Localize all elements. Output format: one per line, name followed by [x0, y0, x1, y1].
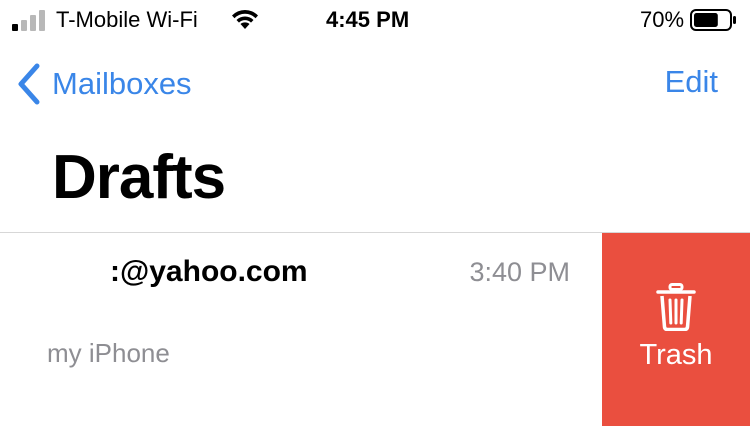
message-time: 3:40 PM: [469, 257, 570, 287]
message-preview: my iPhone: [47, 338, 170, 368]
battery-icon: [690, 9, 736, 31]
chevron-left-icon: [18, 63, 40, 105]
mail-drafts-screen: T-Mobile Wi-Fi 4:45 PM 70% Mailboxes Edi…: [0, 0, 750, 426]
back-button-label: Mailboxes: [52, 66, 192, 101]
message-sender: :@yahoo.com: [110, 255, 308, 288]
trash-button[interactable]: Trash: [602, 233, 750, 426]
wifi-icon: [232, 9, 258, 29]
signal-icon: [12, 10, 45, 31]
status-bar: T-Mobile Wi-Fi 4:45 PM 70%: [0, 0, 750, 40]
message-row[interactable]: :@yahoo.com 3:40 PM my iPhone: [0, 233, 602, 426]
status-time: 4:45 PM: [326, 7, 410, 32]
page-title: Drafts: [52, 143, 226, 212]
trash-icon: [656, 283, 696, 331]
trash-label: Trash: [639, 339, 713, 371]
edit-button[interactable]: Edit: [665, 64, 718, 100]
carrier-label: T-Mobile Wi-Fi: [56, 7, 198, 32]
back-button[interactable]: Mailboxes: [16, 62, 192, 106]
battery-percent: 70%: [640, 7, 685, 32]
